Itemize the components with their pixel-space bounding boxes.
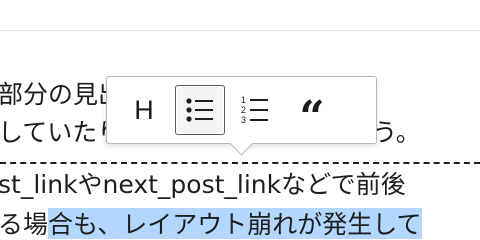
toolbar-pointer	[229, 131, 254, 156]
svg-text:2: 2	[241, 105, 246, 115]
numbered-list-icon: 1 2 3	[241, 95, 268, 125]
svg-text:1: 1	[241, 95, 246, 105]
quote-icon: “	[299, 92, 325, 143]
top-divider	[0, 30, 480, 31]
heading-button[interactable]: H	[119, 85, 169, 135]
paragraph-line-3: st_linkやnext_post_linkなどで前後	[0, 170, 406, 199]
block-separator-dashed	[0, 162, 480, 164]
bullet-list-button[interactable]	[175, 85, 225, 135]
svg-text:3: 3	[241, 115, 246, 125]
quote-button[interactable]: “	[287, 85, 337, 140]
block-format-toolbar: H 1 2 3 “	[106, 76, 377, 156]
paragraph-line-4: る場合も、レイアウト崩れが発生して	[0, 208, 422, 240]
numbered-list-button[interactable]: 1 2 3	[231, 85, 281, 135]
bullet-list-icon	[186, 98, 213, 122]
line-4-prefix: る場	[0, 210, 49, 239]
text-selection: 合も、レイアウト崩れが発生して	[48, 208, 422, 239]
heading-label: H	[134, 94, 154, 125]
